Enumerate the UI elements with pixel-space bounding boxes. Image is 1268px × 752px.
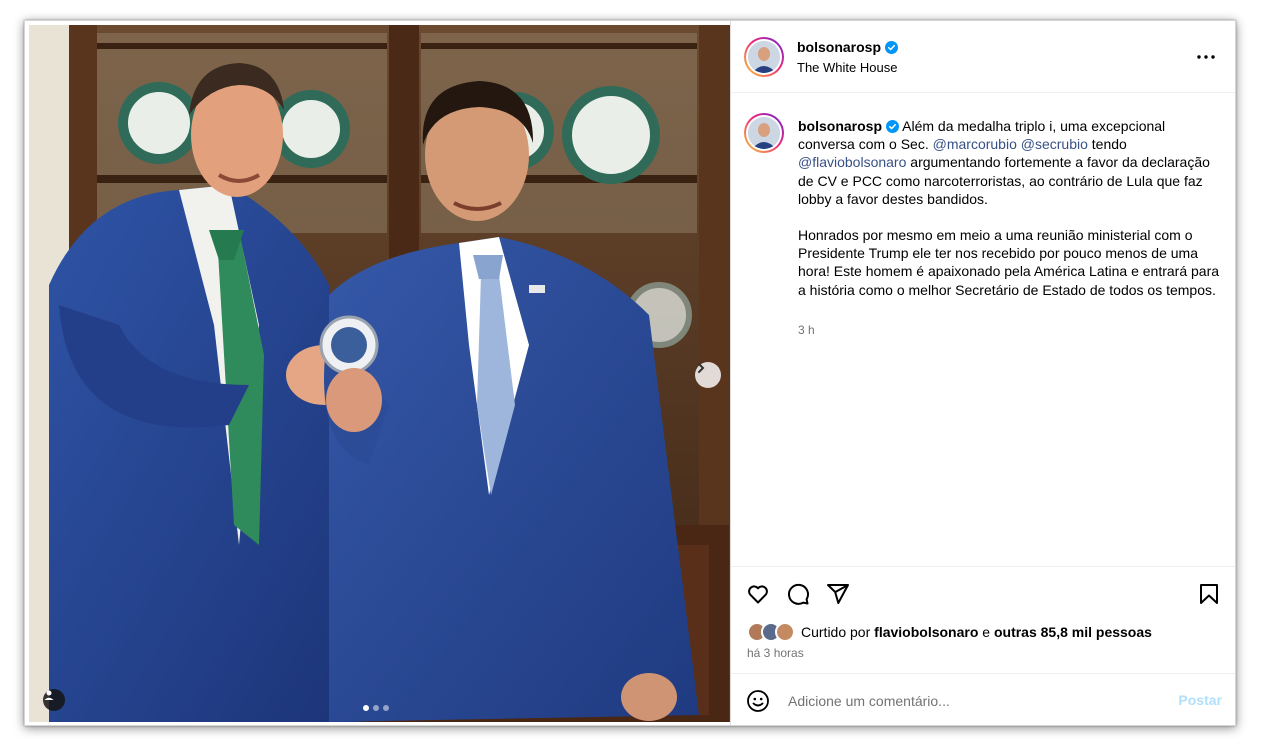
likes-text: Curtido por flaviobolsonaro e outras 85,… bbox=[801, 624, 1152, 640]
caption-username[interactable]: bolsonarosp bbox=[798, 118, 882, 134]
mention-link[interactable]: @marcorubio bbox=[933, 136, 1017, 152]
like-button[interactable] bbox=[745, 581, 771, 607]
emoji-button[interactable] bbox=[745, 688, 771, 714]
post-caption: bolsonarosp Além da medalha triplo i, um… bbox=[731, 93, 1235, 563]
caption-timestamp[interactable]: 3 h bbox=[798, 323, 815, 337]
post-photo[interactable] bbox=[29, 25, 730, 722]
heart-icon bbox=[748, 585, 768, 604]
instagram-post-window: bolsonarosp The White House bolsonarosp … bbox=[24, 20, 1236, 726]
caption-paragraph-2: Honrados por mesmo em meio a uma reunião… bbox=[798, 227, 1220, 298]
post-header: bolsonarosp The White House bbox=[731, 21, 1235, 93]
caption-text-part: tendo bbox=[1087, 136, 1127, 153]
likes-count-link[interactable]: outras 85,8 mil pessoas bbox=[994, 624, 1152, 640]
chevron-right-icon bbox=[698, 363, 705, 373]
mention-link[interactable]: @flaviobolsonaro bbox=[798, 154, 906, 170]
post-actions: Curtido por flaviobolsonaro e outras 85,… bbox=[731, 566, 1235, 725]
comment-icon bbox=[788, 583, 809, 605]
post-details-panel: bolsonarosp The White House bolsonarosp … bbox=[730, 21, 1235, 725]
carousel-indicator bbox=[363, 705, 389, 711]
next-photo-button[interactable] bbox=[695, 362, 721, 388]
post-location[interactable]: The White House bbox=[797, 60, 897, 75]
emoji-icon bbox=[747, 690, 769, 712]
mention-link[interactable]: @secrubio bbox=[1021, 136, 1088, 152]
avatar-image bbox=[748, 41, 780, 73]
liker-username[interactable]: flaviobolsonaro bbox=[874, 624, 978, 640]
post-comment-button[interactable]: Postar bbox=[1178, 692, 1222, 708]
liker-avatar[interactable] bbox=[775, 622, 795, 642]
avatar-image bbox=[748, 117, 780, 149]
carousel-dot-active bbox=[363, 705, 369, 711]
more-options-button[interactable] bbox=[1194, 45, 1218, 69]
bookmark-icon bbox=[1200, 584, 1218, 604]
author-avatar[interactable] bbox=[744, 37, 784, 77]
save-button[interactable] bbox=[1196, 581, 1222, 607]
caption-paragraph-1: bolsonarosp Além da medalha triplo i, um… bbox=[798, 117, 1222, 208]
author-username[interactable]: bolsonarosp bbox=[797, 39, 881, 55]
carousel-dot bbox=[373, 705, 379, 711]
share-icon bbox=[827, 584, 849, 604]
more-options-icon bbox=[1197, 55, 1215, 59]
verified-badge-icon bbox=[886, 120, 900, 133]
carousel-dot bbox=[383, 705, 389, 711]
post-timestamp[interactable]: há 3 horas bbox=[747, 646, 804, 660]
likes-conjunction: e bbox=[978, 624, 994, 640]
verified-badge-icon bbox=[885, 41, 899, 54]
likes-prefix: Curtido por bbox=[801, 624, 875, 640]
photo-illustration bbox=[29, 25, 730, 722]
comment-input[interactable] bbox=[788, 690, 1148, 712]
user-tag-icon bbox=[44, 690, 54, 700]
caption-author-avatar[interactable] bbox=[744, 113, 784, 153]
comment-button[interactable] bbox=[785, 581, 811, 607]
share-button[interactable] bbox=[825, 581, 851, 607]
user-tags-button[interactable] bbox=[43, 689, 65, 711]
comment-bar: Postar bbox=[731, 673, 1235, 725]
likes-summary: Curtido por flaviobolsonaro e outras 85,… bbox=[747, 622, 1152, 642]
caption-text: bolsonarosp Além da medalha triplo i, um… bbox=[798, 117, 1222, 299]
